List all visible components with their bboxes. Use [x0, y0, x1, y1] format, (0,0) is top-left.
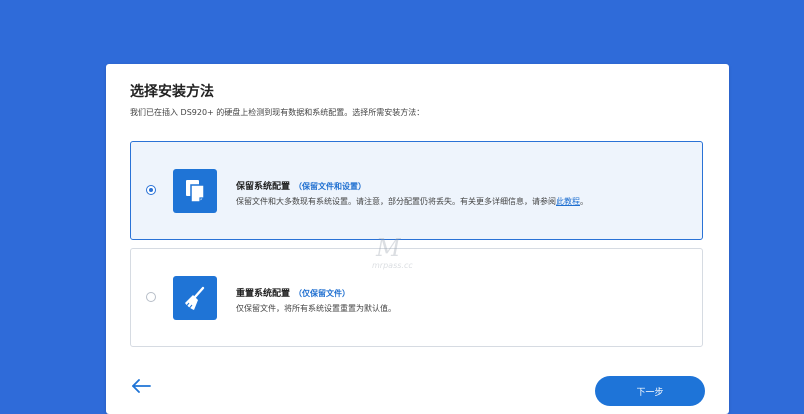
option-keep-config[interactable]: 保留系统配置 （保留文件和设置） 保留文件和大多数现有系统设置。请注意，部分配置仍…: [130, 141, 703, 240]
svg-text:M: M: [375, 234, 402, 262]
option-description: 保留文件和大多数现有系统设置。请注意，部分配置仍将丢失。有关更多详细信息，请参阅: [236, 197, 556, 206]
dialog-title: 选择安装方法: [130, 84, 214, 100]
option-tag: （保留文件和设置）: [294, 182, 367, 191]
radio-reset-config[interactable]: [146, 292, 156, 302]
copy-files-icon: [173, 169, 217, 213]
watermark-logo: M mrpass.cc: [372, 234, 413, 270]
option-title: 重置系统配置: [236, 289, 291, 299]
option-title: 保留系统配置: [236, 182, 291, 192]
radio-keep-config[interactable]: [146, 185, 156, 195]
option-tag: （仅保留文件）: [294, 289, 351, 298]
option-description: 仅保留文件，将所有系统设置重置为默认值。: [236, 304, 396, 313]
arrow-left-icon[interactable]: [130, 378, 152, 394]
option-description-end: 。: [580, 197, 588, 206]
tutorial-link[interactable]: 此教程: [556, 197, 580, 206]
broom-icon: [173, 276, 217, 320]
svg-text:mrpass.cc: mrpass.cc: [372, 261, 413, 270]
dialog-subtitle: 我们已在插入 DS920+ 的硬盘上检测到现有数据和系统配置。选择所需安装方法：: [130, 108, 425, 117]
next-button[interactable]: 下一步: [595, 376, 705, 406]
